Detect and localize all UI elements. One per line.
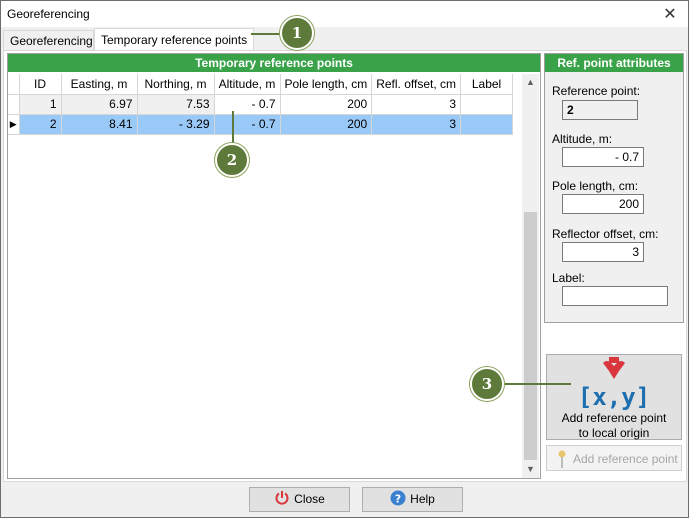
cell-northing[interactable]: - 3.29 <box>137 114 215 135</box>
table-row[interactable]: 1 6.97 7.53 - 0.7 200 3 <box>8 94 514 115</box>
row-indicator-header <box>8 74 20 95</box>
scroll-down-icon[interactable]: ▼ <box>522 461 539 478</box>
power-icon <box>274 490 290 506</box>
xy-icon-text: [x,y] <box>578 383 650 411</box>
add-reference-point-label: Add reference point <box>573 452 678 466</box>
reference-point-label: Reference point: <box>552 84 641 98</box>
callout-2: 2 <box>215 143 249 177</box>
reflector-offset-label: Reflector offset, cm: <box>552 227 659 241</box>
cell-label[interactable] <box>460 94 514 115</box>
scroll-up-icon[interactable]: ▲ <box>522 74 539 91</box>
grid-panel-title: Temporary reference points <box>8 54 540 72</box>
georeferencing-window: Georeferencing ✕ Georeferencing Temporar… <box>0 0 689 518</box>
column-header-id[interactable]: ID <box>19 74 62 95</box>
reflector-offset-field[interactable]: 3 <box>562 242 644 262</box>
add-origin-label-line1: Add reference point <box>561 411 667 425</box>
row-indicator <box>8 94 20 115</box>
pole-length-field[interactable]: 200 <box>562 194 644 214</box>
cell-altitude[interactable]: - 0.7 <box>214 94 281 115</box>
callout-line-3 <box>505 383 571 385</box>
label-label: Label: <box>552 271 585 285</box>
column-header-label[interactable]: Label <box>460 74 514 95</box>
tab-georeferencing[interactable]: Georeferencing <box>3 30 94 50</box>
callout-line-1 <box>251 33 283 35</box>
cell-refl-offset[interactable]: 3 <box>371 114 462 135</box>
reference-point-field: 2 <box>562 100 638 120</box>
help-button[interactable]: ? Help <box>362 487 463 512</box>
callout-line-2 <box>232 111 234 146</box>
cell-refl-offset[interactable]: 3 <box>371 94 462 115</box>
pin-icon <box>557 450 567 471</box>
help-button-label: Help <box>410 492 435 506</box>
tab-panel: Temporary reference points ID Easting, m… <box>3 50 687 482</box>
callout-3: 3 <box>470 367 504 401</box>
altitude-field[interactable]: - 0.7 <box>562 147 644 167</box>
reference-points-panel: Temporary reference points ID Easting, m… <box>7 53 541 479</box>
scrollbar-thumb[interactable] <box>524 212 537 460</box>
cell-id[interactable]: 2 <box>19 114 62 135</box>
ref-point-attributes-panel: Ref. point attributes Reference point: 2… <box>544 53 684 323</box>
current-row-indicator-icon: ▶ <box>8 114 20 135</box>
add-reference-point-button[interactable]: Add reference point <box>546 445 682 471</box>
cell-easting[interactable]: 8.41 <box>61 114 138 135</box>
label-field[interactable] <box>562 286 668 306</box>
cell-easting[interactable]: 6.97 <box>61 94 138 115</box>
cell-label[interactable] <box>460 114 514 135</box>
window-title: Georeferencing <box>7 7 90 21</box>
add-reference-point-to-origin-button[interactable]: [x,y] Add reference point to local origi… <box>546 354 682 440</box>
cell-pole-length[interactable]: 200 <box>280 114 373 135</box>
svg-text:?: ? <box>395 493 401 506</box>
title-bar: Georeferencing ✕ <box>1 1 688 27</box>
grid-header-row: ID Easting, m Northing, m Altitude, m Po… <box>8 74 514 95</box>
vertical-scrollbar[interactable]: ▲ ▼ <box>522 74 539 478</box>
callout-1: 1 <box>280 16 314 50</box>
help-icon: ? <box>390 490 406 506</box>
altitude-label: Altitude, m: <box>552 132 613 146</box>
cell-id[interactable]: 1 <box>19 94 62 115</box>
attributes-panel-title: Ref. point attributes <box>545 54 683 72</box>
tab-temporary-reference-points[interactable]: Temporary reference points <box>94 28 254 51</box>
column-header-altitude[interactable]: Altitude, m <box>214 74 281 95</box>
reference-points-grid[interactable]: ID Easting, m Northing, m Altitude, m Po… <box>8 74 524 135</box>
column-header-northing[interactable]: Northing, m <box>137 74 215 95</box>
add-origin-label-line2: to local origin <box>578 426 650 440</box>
column-header-refl-offset[interactable]: Refl. offset, cm <box>371 74 462 95</box>
cell-pole-length[interactable]: 200 <box>280 94 373 115</box>
close-button-label: Close <box>294 492 325 506</box>
pole-length-label: Pole length, cm: <box>552 179 639 193</box>
column-header-easting[interactable]: Easting, m <box>61 74 138 95</box>
cell-northing[interactable]: 7.53 <box>137 94 215 115</box>
column-header-pole-length[interactable]: Pole length, cm <box>280 74 373 95</box>
cell-altitude[interactable]: - 0.7 <box>214 114 281 135</box>
close-button[interactable]: Close <box>249 487 350 512</box>
close-window-icon[interactable]: ✕ <box>660 4 680 24</box>
table-row[interactable]: ▶ 2 8.41 - 3.29 - 0.7 200 3 <box>8 114 514 135</box>
